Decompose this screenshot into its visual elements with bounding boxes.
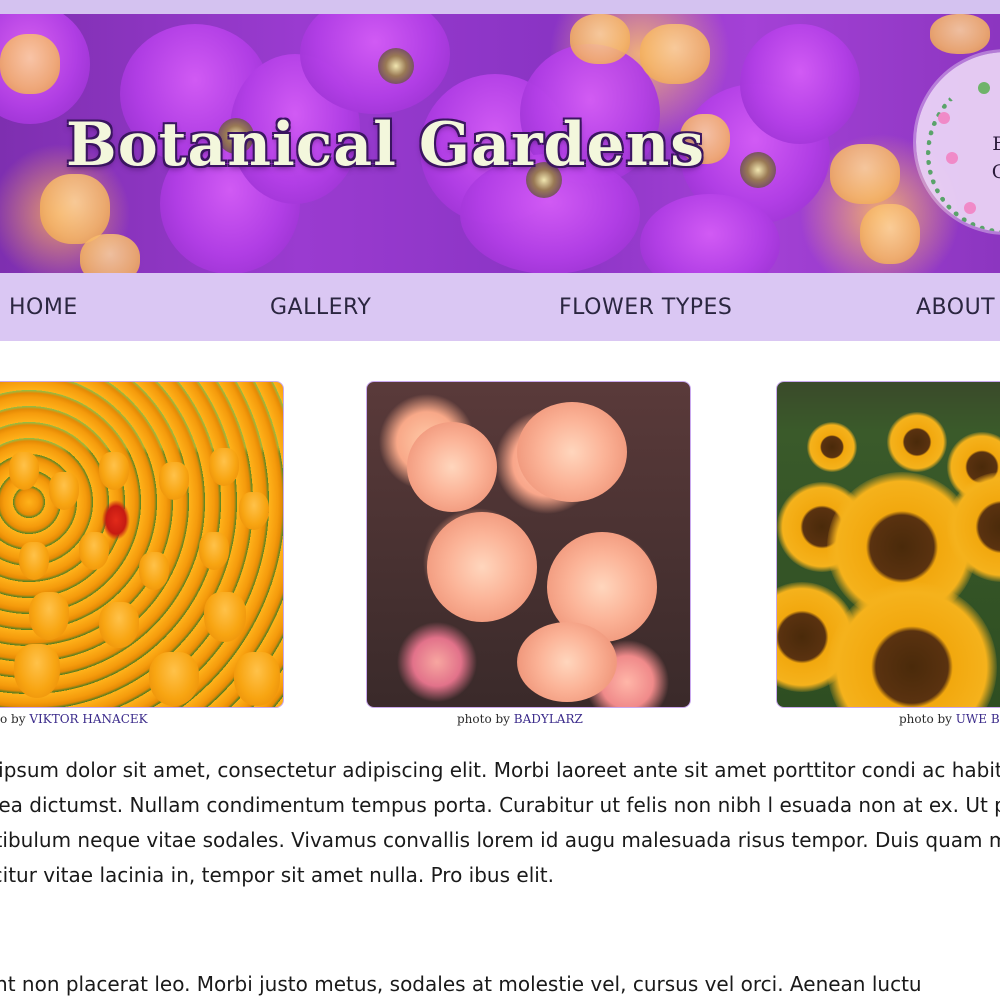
sunflowers-photo[interactable] [776,381,1000,708]
orange-flower [930,14,990,54]
top-accent-strip [0,0,1000,14]
garden-logo[interactable]: Bo Ga [916,52,1000,232]
photographer-link[interactable]: UWE B [956,712,1000,726]
orange-flower [860,204,920,264]
tulips-photo[interactable] [0,381,284,708]
tulip [234,652,280,706]
orange-flower [80,234,140,273]
tulip [49,472,79,510]
blossom-icon [946,152,958,164]
carnations-photo[interactable] [366,381,691,708]
tulip [139,552,169,590]
flower-center [740,152,776,188]
orange-flower [40,174,110,244]
photo-credit: o by VIKTOR HANACEK [0,712,148,726]
blossom-icon [964,202,976,214]
tulip [239,492,269,530]
carnation [517,622,617,702]
flower-center [378,48,414,84]
flower-petal [740,24,860,144]
nav-home[interactable]: HOME [9,295,78,320]
orange-flower [0,34,60,94]
leaf-icon [978,82,990,94]
photo-credit: photo by UWE B [899,712,1000,726]
caption-prefix: photo by [899,712,952,726]
body-paragraph: em ipsum dolor sit amet, consectetur adi… [0,758,1000,887]
blossom-icon [938,112,950,124]
header-banner: Botanical Gardens Bo Ga [0,14,1000,273]
tulip [159,462,189,500]
orange-flower [640,24,710,84]
sunflower [887,412,947,472]
tulip [204,592,246,642]
orange-flower [570,14,630,64]
tulip [9,452,39,490]
logo-text: Bo Ga [970,130,1000,186]
tulip [209,448,239,486]
orange-flower [830,144,900,204]
caption-prefix: photo by [457,712,510,726]
tulip [149,652,199,706]
nav-about[interactable]: ABOUT [916,295,995,320]
carnation [517,402,627,502]
page: Botanical Gardens Bo Ga HOME GALLERY FLO… [0,0,1000,1000]
tulip [199,532,229,570]
caption-prefix: o by [0,712,26,726]
tulip [19,542,49,580]
photo-credit: photo by BADYLARZ [457,712,583,726]
tulip [29,592,69,640]
tulip [99,452,129,490]
tulip [14,644,60,698]
logo-text-line: Bo [992,133,1000,155]
body-paragraph: esent non placerat leo. Morbi justo metu… [0,972,922,996]
carnation [407,422,497,512]
main-navigation: HOME GALLERY FLOWER TYPES ABOUT [0,273,1000,341]
logo-text-line: Ga [991,161,1000,183]
carnation [427,512,537,622]
photographer-link[interactable]: BADYLARZ [514,712,583,726]
nav-gallery[interactable]: GALLERY [270,295,371,320]
photographer-link[interactable]: VIKTOR HANACEK [29,712,147,726]
tulip [99,602,139,648]
tulip [79,532,109,570]
site-title: Botanical Gardens [66,110,706,180]
nav-flower-types[interactable]: FLOWER TYPES [559,295,732,320]
sunflower [807,422,857,472]
